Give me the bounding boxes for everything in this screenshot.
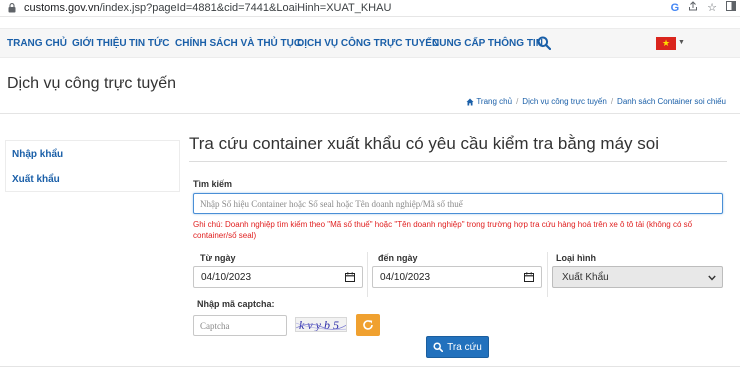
breadcrumb-separator: / <box>516 97 519 106</box>
page-title: Dịch vụ công trực tuyến <box>7 75 177 92</box>
from-date-label: Từ ngày <box>200 253 236 263</box>
search-label: Tìm kiếm <box>193 179 233 189</box>
nav-item-info[interactable]: CUNG CẤP THÔNG TIN <box>432 38 543 49</box>
breadcrumb-home[interactable]: Trang chủ <box>476 97 512 106</box>
refresh-captcha-button[interactable] <box>356 314 380 336</box>
from-date-value: 04/10/2023 <box>201 272 252 283</box>
to-date-value: 04/10/2023 <box>380 272 431 283</box>
to-date-label: đến ngày <box>378 253 418 263</box>
sidebar: Nhập khẩu Xuất khẩu <box>5 140 180 192</box>
google-icon[interactable]: G <box>671 1 680 15</box>
sidebar-item-export[interactable]: Xuất khẩu <box>12 174 60 185</box>
main-nav: TRANG CHỦ GIỚI THIỆU TIN TỨC CHÍNH SÁCH … <box>0 28 740 58</box>
calendar-icon[interactable] <box>345 272 355 282</box>
sidepanel-icon[interactable] <box>726 1 736 15</box>
vietnam-flag-icon[interactable]: ★ <box>656 37 676 50</box>
column-divider <box>547 252 548 297</box>
search-icon <box>433 342 444 352</box>
home-icon <box>466 98 474 105</box>
search-icon[interactable] <box>537 36 552 51</box>
nav-item-about[interactable]: GIỚI THIỆU <box>72 38 127 49</box>
calendar-icon[interactable] <box>524 272 534 282</box>
url-path: /index.jsp?pageId=4881&cid=7441&LoaiHinh… <box>99 2 392 14</box>
header-divider <box>0 113 740 114</box>
captcha-input[interactable] <box>193 315 287 336</box>
breadcrumb-online-services[interactable]: Dịch vụ công trực tuyến <box>522 97 607 106</box>
search-input[interactable] <box>193 193 723 214</box>
nav-item-home[interactable]: TRANG CHỦ <box>7 38 67 49</box>
bottom-divider <box>0 366 740 367</box>
form-title: Tra cứu container xuất khẩu có yêu cầu k… <box>189 134 659 153</box>
refresh-icon <box>363 320 373 330</box>
sidebar-item-import[interactable]: Nhập khẩu <box>12 149 63 160</box>
nav-item-news[interactable]: TIN TỨC <box>129 38 170 49</box>
nav-item-online-services[interactable]: DỊCH VỤ CÔNG TRỰC TUYẾN <box>297 38 439 49</box>
column-divider <box>367 252 368 297</box>
url-domain: customs.gov.vn <box>24 2 100 14</box>
to-date-field[interactable]: 04/10/2023 <box>372 266 542 288</box>
search-submit-button[interactable]: Tra cứu <box>426 336 489 358</box>
type-select-value: Xuất Khẩu <box>562 272 609 283</box>
browser-address-bar[interactable]: customs.gov.vn/index.jsp?pageId=4881&cid… <box>0 0 740 17</box>
captcha-noise <box>296 322 346 330</box>
star-icon[interactable]: ☆ <box>707 1 717 15</box>
share-icon[interactable] <box>688 1 698 15</box>
captcha-image: kvyb5 <box>295 317 347 332</box>
title-divider <box>189 161 727 162</box>
nav-item-policy[interactable]: CHÍNH SÁCH VÀ THỦ TỤC <box>175 38 301 49</box>
address-bar-actions: G ☆ <box>671 1 736 15</box>
chevron-down-icon <box>708 275 716 281</box>
type-label: Loại hình <box>556 253 596 263</box>
search-submit-label: Tra cứu <box>447 341 482 353</box>
search-note: Ghi chú: Doanh nghiệp tìm kiếm theo "Mã … <box>193 220 693 240</box>
breadcrumb-separator: / <box>610 97 614 106</box>
chevron-down-icon[interactable]: ▼ <box>678 39 685 46</box>
lock-icon[interactable] <box>7 3 16 14</box>
url-text[interactable]: customs.gov.vn/index.jsp?pageId=4881&cid… <box>24 2 391 14</box>
from-date-field[interactable]: 04/10/2023 <box>193 266 363 288</box>
type-select[interactable]: Xuất Khẩu <box>552 266 723 288</box>
breadcrumb-current[interactable]: Danh sách Container soi chiếu <box>617 97 726 106</box>
breadcrumb: Trang chủ / Dịch vụ công trực tuyến / Da… <box>466 97 726 106</box>
captcha-label: Nhập mã captcha: <box>197 299 275 309</box>
